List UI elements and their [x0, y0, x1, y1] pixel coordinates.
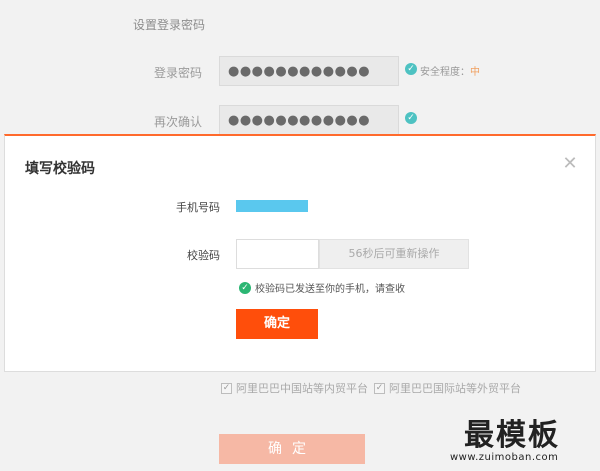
password-check-icon: ✓: [405, 63, 417, 75]
phone-label: 手机号码: [176, 201, 220, 214]
confirm-button[interactable]: 确定: [236, 309, 318, 339]
code-sent-text: 校验码已发送至你的手机，请查收: [255, 284, 405, 295]
code-sent-tip: ✓ 校验码已发送至你的手机，请查收: [239, 280, 405, 295]
confirm-password-dots: ●●●●●●●●●●●●: [228, 113, 371, 128]
option-china-site-label: 阿里巴巴中国站等内贸平台: [236, 382, 368, 395]
option-china-site[interactable]: ✓ 阿里巴巴中国站等内贸平台: [221, 380, 368, 396]
code-input[interactable]: [236, 239, 319, 269]
watermark-url: www.zuimoban.com: [450, 452, 559, 463]
resend-countdown-button[interactable]: 56秒后可重新操作: [319, 239, 469, 269]
masked-phone-number: [236, 200, 308, 212]
close-icon[interactable]: ✕: [560, 154, 580, 174]
background-confirm-button[interactable]: 确定: [219, 434, 365, 464]
checkbox-icon[interactable]: ✓: [374, 382, 385, 394]
password-dots: ●●●●●●●●●●●●: [228, 64, 371, 79]
checkbox-icon[interactable]: ✓: [221, 382, 232, 394]
code-label: 校验码: [187, 249, 220, 262]
dialog-title: 填写校验码: [25, 161, 95, 177]
verification-code-dialog: 填写校验码 ✕ 手机号码 校验码 56秒后可重新操作 ✓ 校验码已发送至你的手机…: [4, 134, 596, 372]
strength-value: 中: [470, 67, 480, 78]
confirm-password-input[interactable]: ●●●●●●●●●●●●: [219, 105, 399, 135]
option-international-site-label: 阿里巴巴国际站等外贸平台: [389, 382, 521, 395]
section-title: 设置登录密码: [133, 18, 206, 32]
strength-indicator: 安全程度：中: [420, 63, 480, 78]
platform-options: ✓ 阿里巴巴中国站等内贸平台 ✓ 阿里巴巴国际站等外贸平台: [221, 380, 527, 396]
watermark-logo: 最模板: [464, 418, 560, 453]
confirm-check-icon: ✓: [405, 112, 417, 124]
confirm-password-label: 再次确认: [153, 115, 202, 129]
option-international-site[interactable]: ✓ 阿里巴巴国际站等外贸平台: [374, 380, 521, 396]
strength-label: 安全程度：: [420, 67, 470, 78]
password-input[interactable]: ●●●●●●●●●●●●: [219, 56, 399, 86]
password-label: 登录密码: [153, 66, 202, 80]
success-check-icon: ✓: [239, 281, 251, 294]
